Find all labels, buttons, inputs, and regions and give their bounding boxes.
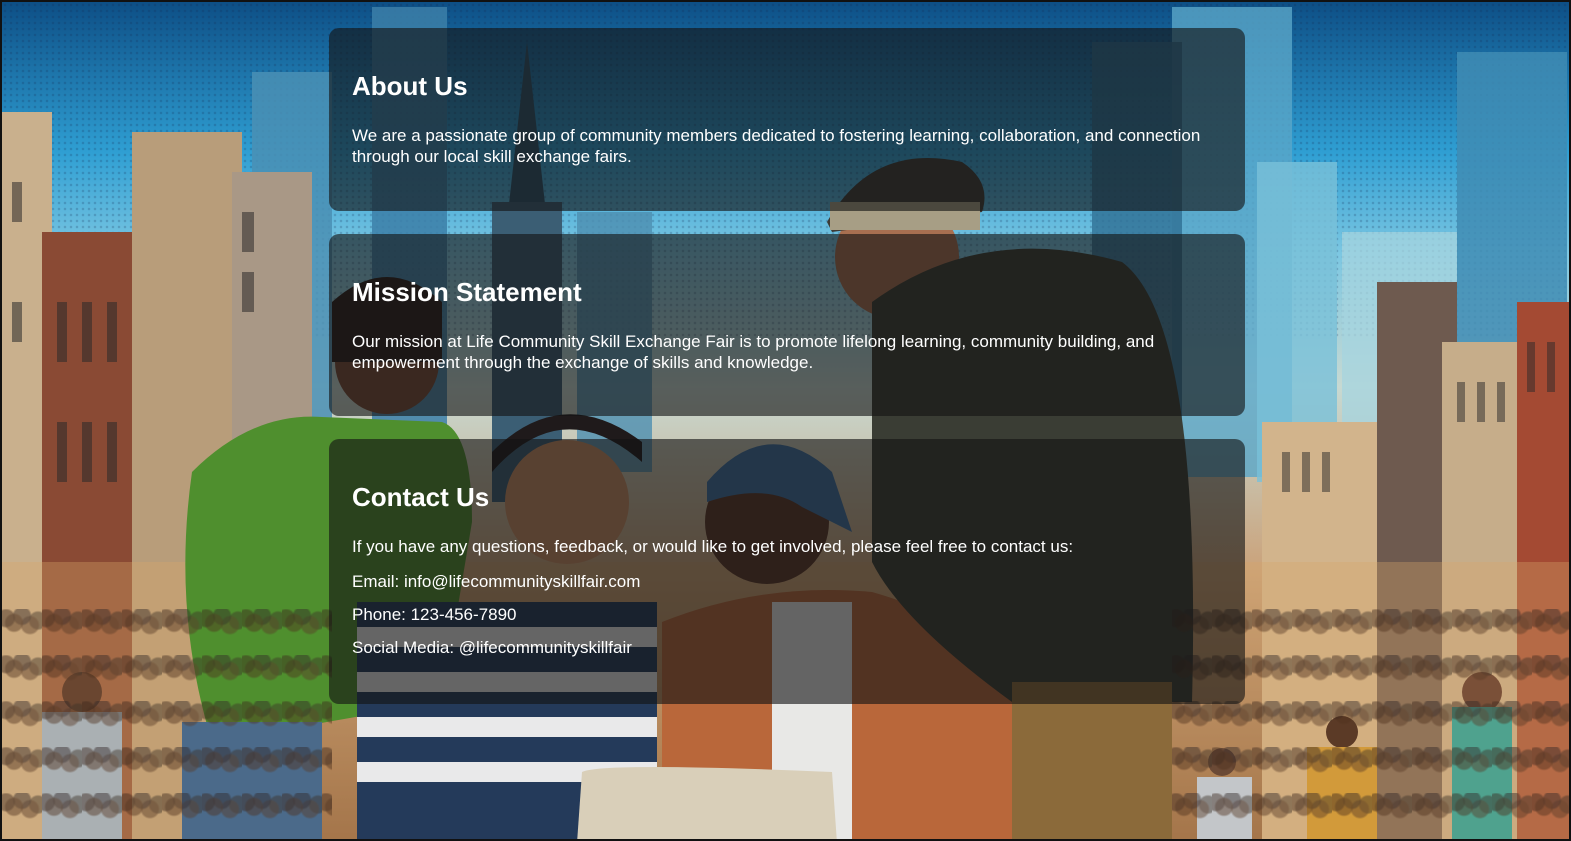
- about-section: About Us We are a passionate group of co…: [329, 28, 1245, 211]
- about-heading: About Us: [352, 71, 468, 101]
- mission-heading: Mission Statement: [352, 277, 582, 307]
- mission-section: Mission Statement Our mission at Life Co…: [329, 234, 1245, 416]
- contact-phone: Phone: 123-456-7890: [352, 604, 517, 624]
- contact-heading: Contact Us: [352, 482, 490, 512]
- page: About Us We are a passionate group of co…: [0, 0, 1571, 841]
- contact-section: Contact Us If you have any questions, fe…: [329, 439, 1245, 704]
- contact-social: Social Media: @lifecommunityskillfair: [352, 637, 632, 657]
- contact-intro: If you have any questions, feedback, or …: [352, 536, 1074, 556]
- content-column: About Us We are a passionate group of co…: [329, 28, 1245, 727]
- about-text: We are a passionate group of community m…: [352, 125, 1201, 166]
- contact-email: Email: info@lifecommunityskillfair.com: [352, 571, 641, 591]
- mission-text: Our mission at Life Community Skill Exch…: [352, 331, 1155, 372]
